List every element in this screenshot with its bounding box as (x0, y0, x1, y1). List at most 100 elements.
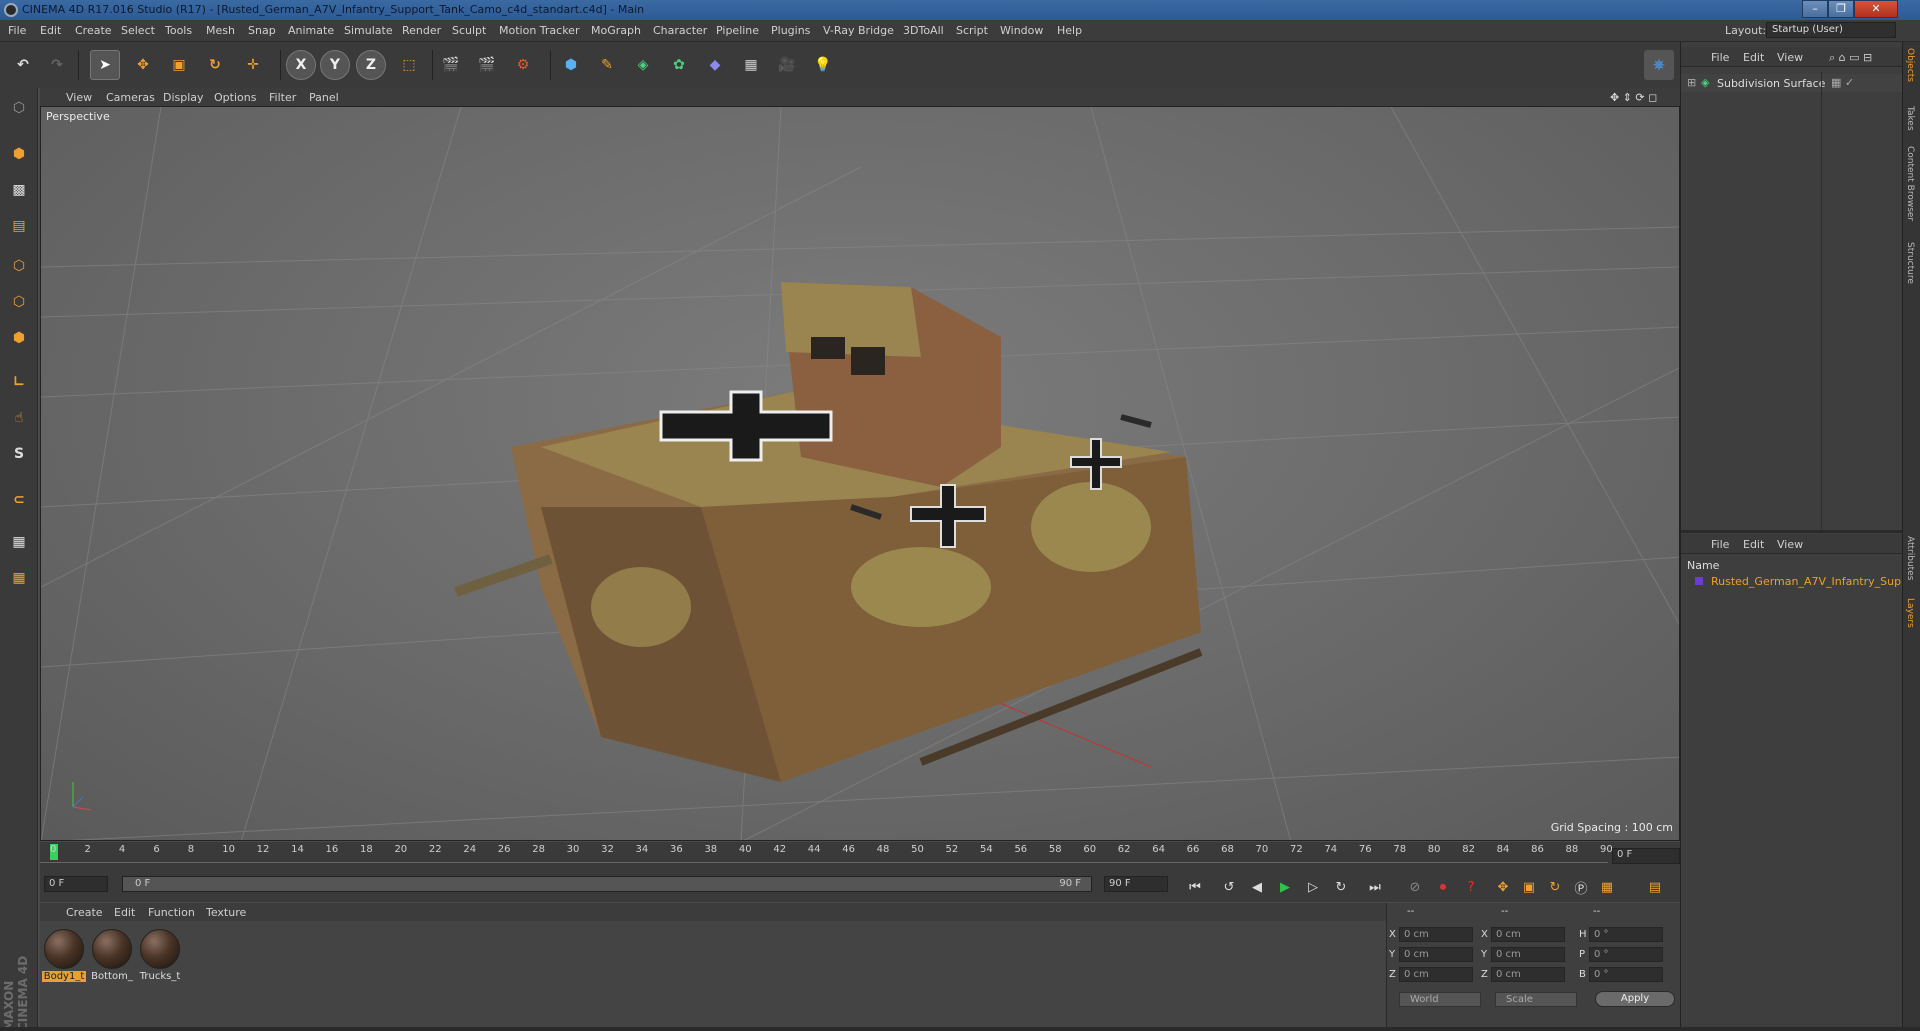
next-frame-icon[interactable]: ▷ (1302, 876, 1324, 898)
tab-attributes[interactable]: Attributes (1905, 536, 1915, 580)
next-key-icon[interactable]: ↻ (1330, 876, 1352, 898)
autokey-icon[interactable]: ? (1460, 876, 1482, 898)
points-mode-icon[interactable]: ⬡ (5, 252, 33, 280)
magnet-icon[interactable]: ⊂ (5, 486, 33, 514)
make-editable-icon[interactable]: ⬡ (5, 94, 33, 122)
lm-menu-file[interactable]: File (1711, 538, 1729, 551)
end-frame-field[interactable]: 90 F (1104, 876, 1168, 892)
axis-y-button[interactable]: Y (320, 50, 350, 80)
lm-menu-edit[interactable]: Edit (1743, 538, 1764, 551)
menu-vray-bridge[interactable]: V-Ray Bridge (823, 24, 894, 37)
render-settings-icon[interactable]: ⚙ (508, 50, 538, 80)
menu-file[interactable]: File (8, 24, 26, 37)
size-y-field[interactable]: 0 cm (1491, 947, 1565, 962)
python-icon[interactable]: ⎈ (1644, 50, 1674, 80)
menu-script[interactable]: Script (956, 24, 988, 37)
texture-mode-icon[interactable]: ▩ (5, 176, 33, 204)
material-menu-texture[interactable]: Texture (206, 906, 246, 919)
live-selection-icon[interactable]: ✛ (238, 50, 268, 80)
material-menu-edit[interactable]: Edit (114, 906, 135, 919)
menu-snap[interactable]: Snap (248, 24, 276, 37)
menu-select[interactable]: Select (121, 24, 155, 37)
polygons-mode-icon[interactable]: ⬢ (5, 324, 33, 352)
tab-objects[interactable]: Objects (1905, 48, 1915, 82)
expand-icon[interactable]: ⊞ (1687, 76, 1696, 89)
menu-mesh[interactable]: Mesh (206, 24, 235, 37)
menu-pipeline[interactable]: Pipeline (716, 24, 759, 37)
tab-layers[interactable]: Layers (1905, 598, 1915, 628)
viewport-menu-panel[interactable]: Panel (309, 91, 339, 104)
axis-z-button[interactable]: Z (356, 50, 386, 80)
transform-mode-dropdown[interactable]: Scale (1495, 992, 1577, 1007)
key-pla-icon[interactable]: ▦ (1596, 876, 1618, 898)
layer-color-swatch[interactable] (1695, 577, 1703, 585)
mograph-cloner-icon[interactable]: ✿ (664, 50, 694, 80)
menu-window[interactable]: Window (1000, 24, 1043, 37)
key-rotation-icon[interactable]: ↻ (1544, 876, 1566, 898)
menu-tools[interactable]: Tools (165, 24, 192, 37)
size-z-field[interactable]: 0 cm (1491, 967, 1565, 982)
goto-start-icon[interactable]: ⏮ (1184, 876, 1206, 898)
cube-primitive-icon[interactable]: ⬢ (556, 50, 586, 80)
key-scale-icon[interactable]: ▣ (1518, 876, 1540, 898)
menu-plugins[interactable]: Plugins (771, 24, 810, 37)
redo-icon[interactable]: ↷ (42, 50, 72, 80)
material-swatch[interactable]: Body1_t (42, 929, 86, 982)
rotation-b-field[interactable]: 0 ° (1589, 967, 1663, 982)
snap-icon[interactable]: S (5, 440, 33, 468)
close-button[interactable]: ✕ (1854, 0, 1898, 18)
material-menu-create[interactable]: Create (66, 906, 103, 919)
material-swatch[interactable]: Trucks_t (138, 929, 182, 982)
size-x-field[interactable]: 0 cm (1491, 927, 1565, 942)
move-tool-icon[interactable]: ✥ (128, 50, 158, 80)
record-icon[interactable]: ⏺ (1432, 876, 1454, 898)
floor-environment-icon[interactable]: ▦ (736, 50, 766, 80)
light-bulb-icon[interactable]: 💡 (808, 50, 838, 80)
timeline-window-icon[interactable]: ▤ (1644, 876, 1666, 898)
viewport-menu-view[interactable]: View (66, 91, 92, 104)
object-tags-icon[interactable]: ▦ ✓ (1831, 76, 1854, 89)
apply-button[interactable]: Apply (1595, 991, 1675, 1007)
viewport-menu-cameras[interactable]: Cameras (106, 91, 155, 104)
axis-mode-icon[interactable]: ∟ (5, 368, 33, 396)
menu-character[interactable]: Character (653, 24, 707, 37)
layer-row[interactable]: Rusted_German_A7V_Infantry_Sup (1681, 572, 1903, 590)
menu-3dtoall[interactable]: 3DToAll (903, 24, 944, 37)
perspective-viewport[interactable]: Perspective Grid Spacing : 100 cm (40, 106, 1680, 841)
render-picture-viewer-icon[interactable]: 🎬 (472, 50, 502, 80)
coordinate-system-icon[interactable]: ⬚ (394, 50, 424, 80)
viewport-menu-filter[interactable]: Filter (269, 91, 296, 104)
workplane-mode-icon[interactable]: ▤ (5, 212, 33, 240)
workplane-lock-icon[interactable]: ▦ (5, 528, 33, 556)
position-z-field[interactable]: 0 cm (1399, 967, 1473, 982)
menu-mograph[interactable]: MoGraph (591, 24, 641, 37)
tweak-mode-icon[interactable]: ☝ (5, 404, 33, 432)
viewport-menu-display[interactable]: Display (163, 91, 204, 104)
menu-sculpt[interactable]: Sculpt (452, 24, 486, 37)
position-y-field[interactable]: 0 cm (1399, 947, 1473, 962)
subdivision-surface-icon[interactable]: ◈ (628, 50, 658, 80)
goto-end-icon[interactable]: ⏭ (1364, 876, 1386, 898)
camera-icon[interactable]: 🎥 (772, 50, 802, 80)
object-row[interactable]: ⊞ ◈ Subdivision Surface ▦ ✓ (1681, 74, 1903, 92)
undo-icon[interactable]: ↶ (8, 50, 38, 80)
menu-create[interactable]: Create (75, 24, 112, 37)
om-search-icon[interactable]: ⌕ ⌂ ▭ ⊟ (1829, 51, 1872, 65)
previous-key-icon[interactable]: ↺ (1218, 876, 1240, 898)
previous-frame-icon[interactable]: ◀ (1246, 876, 1268, 898)
model-mode-icon[interactable]: ⬢ (5, 140, 33, 168)
tab-structure[interactable]: Structure (1905, 242, 1915, 284)
spline-pen-icon[interactable]: ✎ (592, 50, 622, 80)
frame-range-slider[interactable]: 0 F 90 F (122, 876, 1092, 892)
key-position-icon[interactable]: ✥ (1492, 876, 1514, 898)
menu-animate[interactable]: Animate (288, 24, 334, 37)
om-menu-edit[interactable]: Edit (1743, 51, 1764, 64)
select-arrow-icon[interactable]: ➤ (90, 50, 120, 80)
menu-motion-tracker[interactable]: Motion Tracker (499, 24, 579, 37)
workplane-settings-icon[interactable]: ▦ (5, 564, 33, 592)
edges-mode-icon[interactable]: ⬡ (5, 288, 33, 316)
current-frame-field[interactable]: 0 F (1612, 848, 1680, 864)
rotation-h-field[interactable]: 0 ° (1589, 927, 1663, 942)
lm-menu-view[interactable]: View (1777, 538, 1803, 551)
viewport-nav-icon[interactable]: ✥ ⇕ ⟳ ◻ (1610, 91, 1657, 104)
